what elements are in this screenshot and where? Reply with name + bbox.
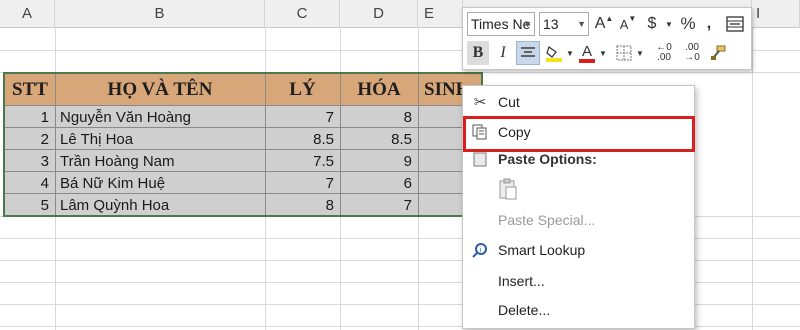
chevron-down-icon[interactable]: ▼ — [577, 19, 586, 29]
align-center-button[interactable] — [516, 41, 540, 65]
increase-font-label: A — [594, 15, 606, 32]
mini-toolbar: Times Ne ▼ 13 ▼ A ▲ A ▼ $ ▼ % , B I ▼ A ▼ ▼ … — [462, 7, 752, 70]
font-size-box[interactable]: 13 ▼ — [539, 12, 589, 36]
chevron-down-icon[interactable]: ▼ — [635, 41, 645, 65]
borders-icon — [616, 45, 632, 61]
cell-hoa[interactable]: 8.5 — [340, 128, 418, 150]
caret-down-icon: ▼ — [628, 13, 637, 23]
chevron-down-icon[interactable]: ▼ — [598, 41, 608, 65]
fill-bucket-icon — [546, 46, 562, 62]
cell-ly[interactable]: 7 — [265, 106, 340, 128]
font-color-swatch — [579, 58, 595, 63]
caret-up-icon: ▲ — [605, 13, 614, 23]
paste-clipboard-icon[interactable] — [498, 178, 518, 200]
cell-stt[interactable]: 2 — [5, 128, 55, 150]
cell-name[interactable]: Trần Hoàng Nam — [55, 150, 265, 172]
font-color-label: A — [581, 42, 592, 60]
cell-stt[interactable]: 4 — [5, 172, 55, 194]
cell-hoa[interactable]: 7 — [340, 194, 418, 216]
format-painter-table-icon[interactable] — [723, 12, 747, 36]
menu-item-insert-label: Insert... — [498, 273, 545, 289]
decrease-decimal-label: .00 — [657, 52, 671, 63]
arrow-right-icon: →0 — [684, 52, 700, 63]
column-label-i: I — [756, 5, 761, 22]
percent-button[interactable]: % — [677, 12, 699, 36]
svg-text:i: i — [480, 247, 482, 254]
cell-name[interactable]: Lâm Quỳnh Hoa — [55, 194, 265, 216]
bold-button[interactable]: B — [467, 41, 489, 65]
italic-label: I — [500, 44, 506, 61]
paste-icon — [471, 150, 489, 168]
menu-item-insert[interactable]: Insert... — [463, 269, 696, 293]
copy-highlight-box — [463, 116, 695, 152]
column-header-i[interactable]: I — [752, 0, 800, 28]
menu-item-cut-label: Cut — [498, 94, 520, 110]
comma-label: , — [706, 15, 712, 32]
merge-center-icon — [726, 16, 744, 32]
cell-ly[interactable]: 7.5 — [265, 150, 340, 172]
format-painter-button[interactable] — [707, 41, 729, 65]
font-name-box[interactable]: Times Ne ▼ — [467, 12, 535, 36]
cell-stt[interactable]: 1 — [5, 106, 55, 128]
menu-item-smart-lookup[interactable]: i Smart Lookup — [463, 238, 696, 262]
cell-name[interactable]: Nguyễn Văn Hoàng — [55, 106, 265, 128]
menu-item-delete[interactable]: Delete... — [463, 298, 696, 322]
column-header-c[interactable]: C — [265, 0, 340, 28]
currency-button[interactable]: $ — [641, 12, 663, 36]
menu-item-delete-label: Delete... — [498, 302, 551, 318]
cell-ly[interactable]: 8 — [265, 194, 340, 216]
cell-ly[interactable]: 7 — [265, 172, 340, 194]
decrease-font-button[interactable]: A ▼ — [617, 12, 639, 36]
column-label-d: D — [373, 5, 384, 22]
align-center-icon — [521, 47, 535, 57]
scissors-icon: ✂ — [473, 94, 487, 111]
chevron-down-icon[interactable]: ▼ — [565, 41, 575, 65]
borders-button[interactable] — [613, 41, 635, 65]
menu-item-paste-options-label: Paste Options: — [498, 151, 597, 167]
column-label-b: B — [154, 5, 165, 22]
cell-hoa[interactable]: 8 — [340, 106, 418, 128]
fill-color-button[interactable] — [543, 41, 565, 65]
cell-name[interactable]: Lê Thị Hoa — [55, 128, 265, 150]
cell-hoa[interactable]: 6 — [340, 172, 418, 194]
grid-line — [752, 28, 753, 330]
cell-ly[interactable]: 8.5 — [265, 128, 340, 150]
column-header-a[interactable]: A — [0, 0, 55, 28]
cell-stt[interactable]: 3 — [5, 150, 55, 172]
column-label-a: A — [21, 5, 32, 22]
paintbrush-icon — [711, 45, 726, 60]
column-header-e[interactable]: E — [418, 0, 463, 28]
cell-name[interactable]: Bá Nữ Kim Huệ — [55, 172, 265, 194]
menu-item-cut[interactable]: ✂ Cut — [463, 90, 696, 114]
menu-item-smart-lookup-label: Smart Lookup — [498, 242, 586, 258]
menu-item-paste-special-label: Paste Special... — [498, 212, 596, 228]
decrease-font-label: A — [619, 16, 629, 32]
bold-label: B — [472, 44, 484, 61]
italic-button[interactable]: I — [492, 41, 514, 65]
smart-lookup-icon: i — [471, 241, 489, 259]
increase-decimal-button[interactable]: .00 →0 — [679, 41, 705, 65]
comma-style-button[interactable]: , — [701, 12, 717, 36]
decrease-decimal-button[interactable]: ←0.00 — [651, 41, 677, 65]
chevron-down-icon[interactable]: ▼ — [663, 12, 675, 36]
font-name-value: Times Ne — [471, 16, 531, 32]
column-label-c: C — [296, 5, 308, 22]
menu-item-paste-special[interactable]: Paste Special... — [463, 208, 696, 232]
font-size-value: 13 — [543, 16, 559, 32]
column-header-d[interactable]: D — [340, 0, 418, 28]
column-label-e: E — [424, 5, 435, 22]
currency-label: $ — [647, 15, 657, 32]
column-header-b[interactable]: B — [55, 0, 265, 28]
increase-font-button[interactable]: A ▲ — [593, 12, 615, 36]
font-color-button[interactable]: A — [576, 41, 598, 65]
cell-stt[interactable]: 5 — [5, 194, 55, 216]
cell-hoa[interactable]: 9 — [340, 150, 418, 172]
percent-label: % — [680, 14, 696, 33]
chevron-down-icon[interactable]: ▼ — [523, 19, 532, 29]
